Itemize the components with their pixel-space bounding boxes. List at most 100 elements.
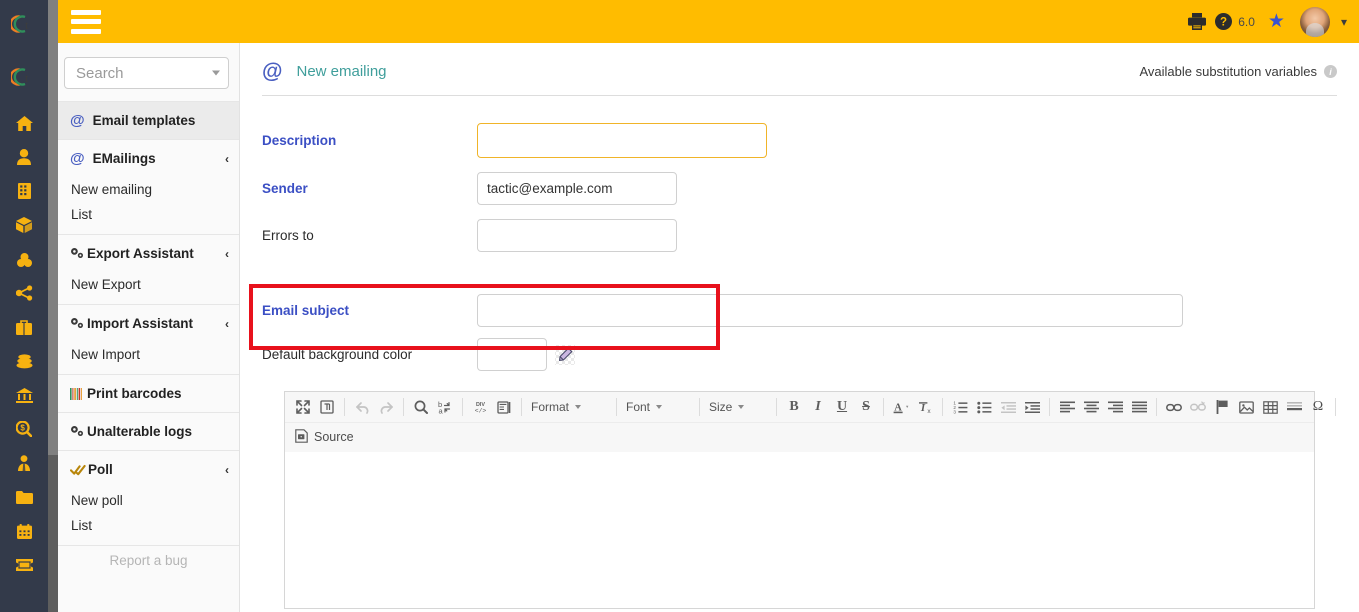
align-left-icon[interactable]	[1055, 396, 1079, 418]
underline-button[interactable]: U	[830, 396, 854, 418]
toolbar-separator	[883, 398, 884, 416]
email-subject-input[interactable]	[477, 294, 1183, 327]
table-icon[interactable]	[1258, 396, 1282, 418]
font-dropdown[interactable]: Font	[622, 396, 694, 418]
align-justify-icon[interactable]	[1127, 396, 1151, 418]
briefcase-icon[interactable]	[0, 310, 48, 344]
chevron-down-icon[interactable]	[212, 70, 220, 76]
icon-rail: t t $	[0, 0, 48, 612]
find-icon[interactable]	[409, 396, 433, 418]
help-icon[interactable]: ?	[1215, 13, 1233, 30]
report-a-bug-link[interactable]: Report a bug	[58, 553, 239, 568]
size-dropdown[interactable]: Size	[705, 396, 771, 418]
background-color-label: Default background color	[262, 347, 413, 362]
chevron-left-icon[interactable]: ‹	[225, 152, 229, 166]
horizontal-rule-icon[interactable]	[1282, 396, 1306, 418]
barcode-icon	[70, 387, 85, 400]
page-header: @ New emailing Available substitution va…	[240, 43, 1359, 82]
create-div-icon[interactable]: DIV </>	[468, 396, 492, 418]
toolbar-separator	[942, 398, 943, 416]
strikethrough-button[interactable]: S	[854, 396, 878, 418]
remove-format-icon[interactable]: Ix	[913, 396, 937, 418]
search-box[interactable]	[64, 57, 229, 89]
link-icon[interactable]	[1162, 396, 1186, 418]
user-tie-icon[interactable]	[0, 446, 48, 480]
align-center-icon[interactable]	[1079, 396, 1103, 418]
sidebar-group-export-assistant: Export Assistant ‹ New Export	[58, 234, 239, 297]
building-icon[interactable]	[0, 174, 48, 208]
numbered-list-icon[interactable]: 123	[948, 396, 972, 418]
sidebar-item-unalterable-logs[interactable]: Unalterable logs	[58, 413, 239, 450]
background-color-input[interactable]	[477, 338, 547, 371]
home-icon[interactable]	[0, 106, 48, 140]
special-char-icon[interactable]: Ω	[1306, 396, 1330, 418]
sidebar-item-export-assistant[interactable]: Export Assistant ‹	[58, 235, 239, 272]
boxes-icon[interactable]	[0, 242, 48, 276]
ticket-icon[interactable]	[0, 548, 48, 582]
sidebar-item-label: Email templates	[92, 113, 196, 128]
star-icon[interactable]: ★	[1268, 12, 1285, 31]
redo-icon[interactable]	[374, 396, 398, 418]
description-input[interactable]	[477, 123, 767, 158]
bulleted-list-icon[interactable]	[972, 396, 996, 418]
sitemap-icon[interactable]	[0, 276, 48, 310]
print-icon[interactable]	[1188, 13, 1207, 30]
field-row-errors-to: Errors to	[262, 219, 1337, 252]
replace-icon[interactable]: ba	[433, 396, 457, 418]
calendar-icon[interactable]	[0, 514, 48, 548]
indent-icon[interactable]	[1020, 396, 1044, 418]
coins-icon[interactable]	[0, 344, 48, 378]
chevron-left-icon[interactable]: ‹	[225, 247, 229, 261]
sidebar-item-poll[interactable]: Poll ‹	[58, 451, 239, 488]
undo-icon[interactable]	[350, 396, 374, 418]
source-button[interactable]: Source	[291, 428, 354, 446]
sidebar-subitem-new-export[interactable]: New Export	[58, 272, 239, 297]
sidebar-item-print-barcodes[interactable]: Print barcodes	[58, 375, 239, 412]
user-icon[interactable]	[0, 140, 48, 174]
show-blocks-icon[interactable]	[315, 396, 339, 418]
at-icon: @	[70, 150, 85, 167]
chevron-left-icon[interactable]: ‹	[225, 317, 229, 331]
image-icon[interactable]	[1234, 396, 1258, 418]
sidebar-item-import-assistant[interactable]: Import Assistant ‹	[58, 305, 239, 342]
italic-button[interactable]: I	[806, 396, 830, 418]
info-icon[interactable]: i	[1324, 65, 1337, 78]
toolbar-separator	[521, 398, 522, 416]
text-color-icon[interactable]: A	[889, 396, 913, 418]
sidebar-divider	[58, 545, 239, 546]
sidebar-subitem-list[interactable]: List	[58, 202, 239, 227]
format-dropdown[interactable]: Format	[527, 396, 611, 418]
anchor-icon[interactable]	[1210, 396, 1234, 418]
field-row-background-color: Default background color	[262, 338, 1337, 371]
search-money-icon[interactable]: $	[0, 412, 48, 446]
field-row-sender: Sender	[262, 172, 1337, 205]
sidebar-subitem-new-import[interactable]: New Import	[58, 342, 239, 367]
templates-icon[interactable]	[492, 396, 516, 418]
substitution-variables-link[interactable]: Available substitution variables i	[1139, 64, 1337, 79]
color-picker-icon[interactable]	[555, 344, 575, 365]
avatar[interactable]	[1299, 6, 1330, 37]
bank-icon[interactable]	[0, 378, 48, 412]
sidebar-subitem-new-emailing[interactable]: New emailing	[58, 177, 239, 202]
editor-content-area[interactable]	[285, 452, 1314, 607]
outdent-icon[interactable]	[996, 396, 1020, 418]
bold-button[interactable]: B	[782, 396, 806, 418]
menu-icon[interactable]	[71, 9, 101, 34]
box-icon[interactable]	[0, 208, 48, 242]
unlink-icon[interactable]	[1186, 396, 1210, 418]
folder-icon[interactable]	[0, 480, 48, 514]
sidebar-subitem-new-poll[interactable]: New poll	[58, 488, 239, 513]
chevron-left-icon[interactable]: ‹	[225, 463, 229, 477]
sidebar-item-email-templates[interactable]: @ Email templates	[58, 102, 239, 139]
chevron-down-icon[interactable]: ▾	[1341, 15, 1347, 29]
search-input[interactable]	[74, 63, 219, 83]
sidebar-item-label: Import Assistant	[87, 316, 194, 331]
rail-scrollbar-thumb[interactable]	[48, 455, 58, 612]
maximize-icon[interactable]	[291, 396, 315, 418]
substitution-variables-label: Available substitution variables	[1139, 64, 1317, 79]
align-right-icon[interactable]	[1103, 396, 1127, 418]
sidebar-item-emailings[interactable]: @ EMailings ‹	[58, 140, 239, 177]
sender-input[interactable]	[477, 172, 677, 205]
sidebar-subitem-list[interactable]: List	[58, 513, 239, 538]
errors-to-input[interactable]	[477, 219, 677, 252]
